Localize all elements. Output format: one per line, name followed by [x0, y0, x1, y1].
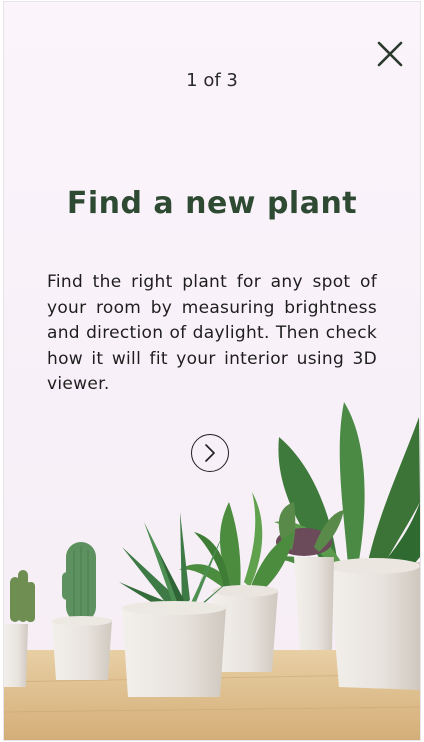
page-title: Find a new plant: [66, 186, 358, 221]
close-button[interactable]: [376, 40, 404, 68]
next-button[interactable]: [191, 434, 229, 472]
medium-pot-back: [294, 557, 334, 650]
description-text: Find the right plant for any spot of you…: [47, 272, 377, 394]
small-cactus-pot: [4, 624, 28, 687]
cactus-plant: [62, 542, 96, 622]
page-indicator: 1 of 3: [186, 70, 238, 91]
chevron-right-icon: [205, 444, 215, 462]
large-pot: [329, 562, 420, 690]
small-cactus: [10, 570, 35, 622]
cactus-pot: [52, 620, 112, 680]
aloe-pot: [122, 607, 226, 697]
onboarding-screen: 1 of 3 Find a new plant Find the right p…: [4, 2, 420, 740]
close-icon: [377, 41, 403, 67]
